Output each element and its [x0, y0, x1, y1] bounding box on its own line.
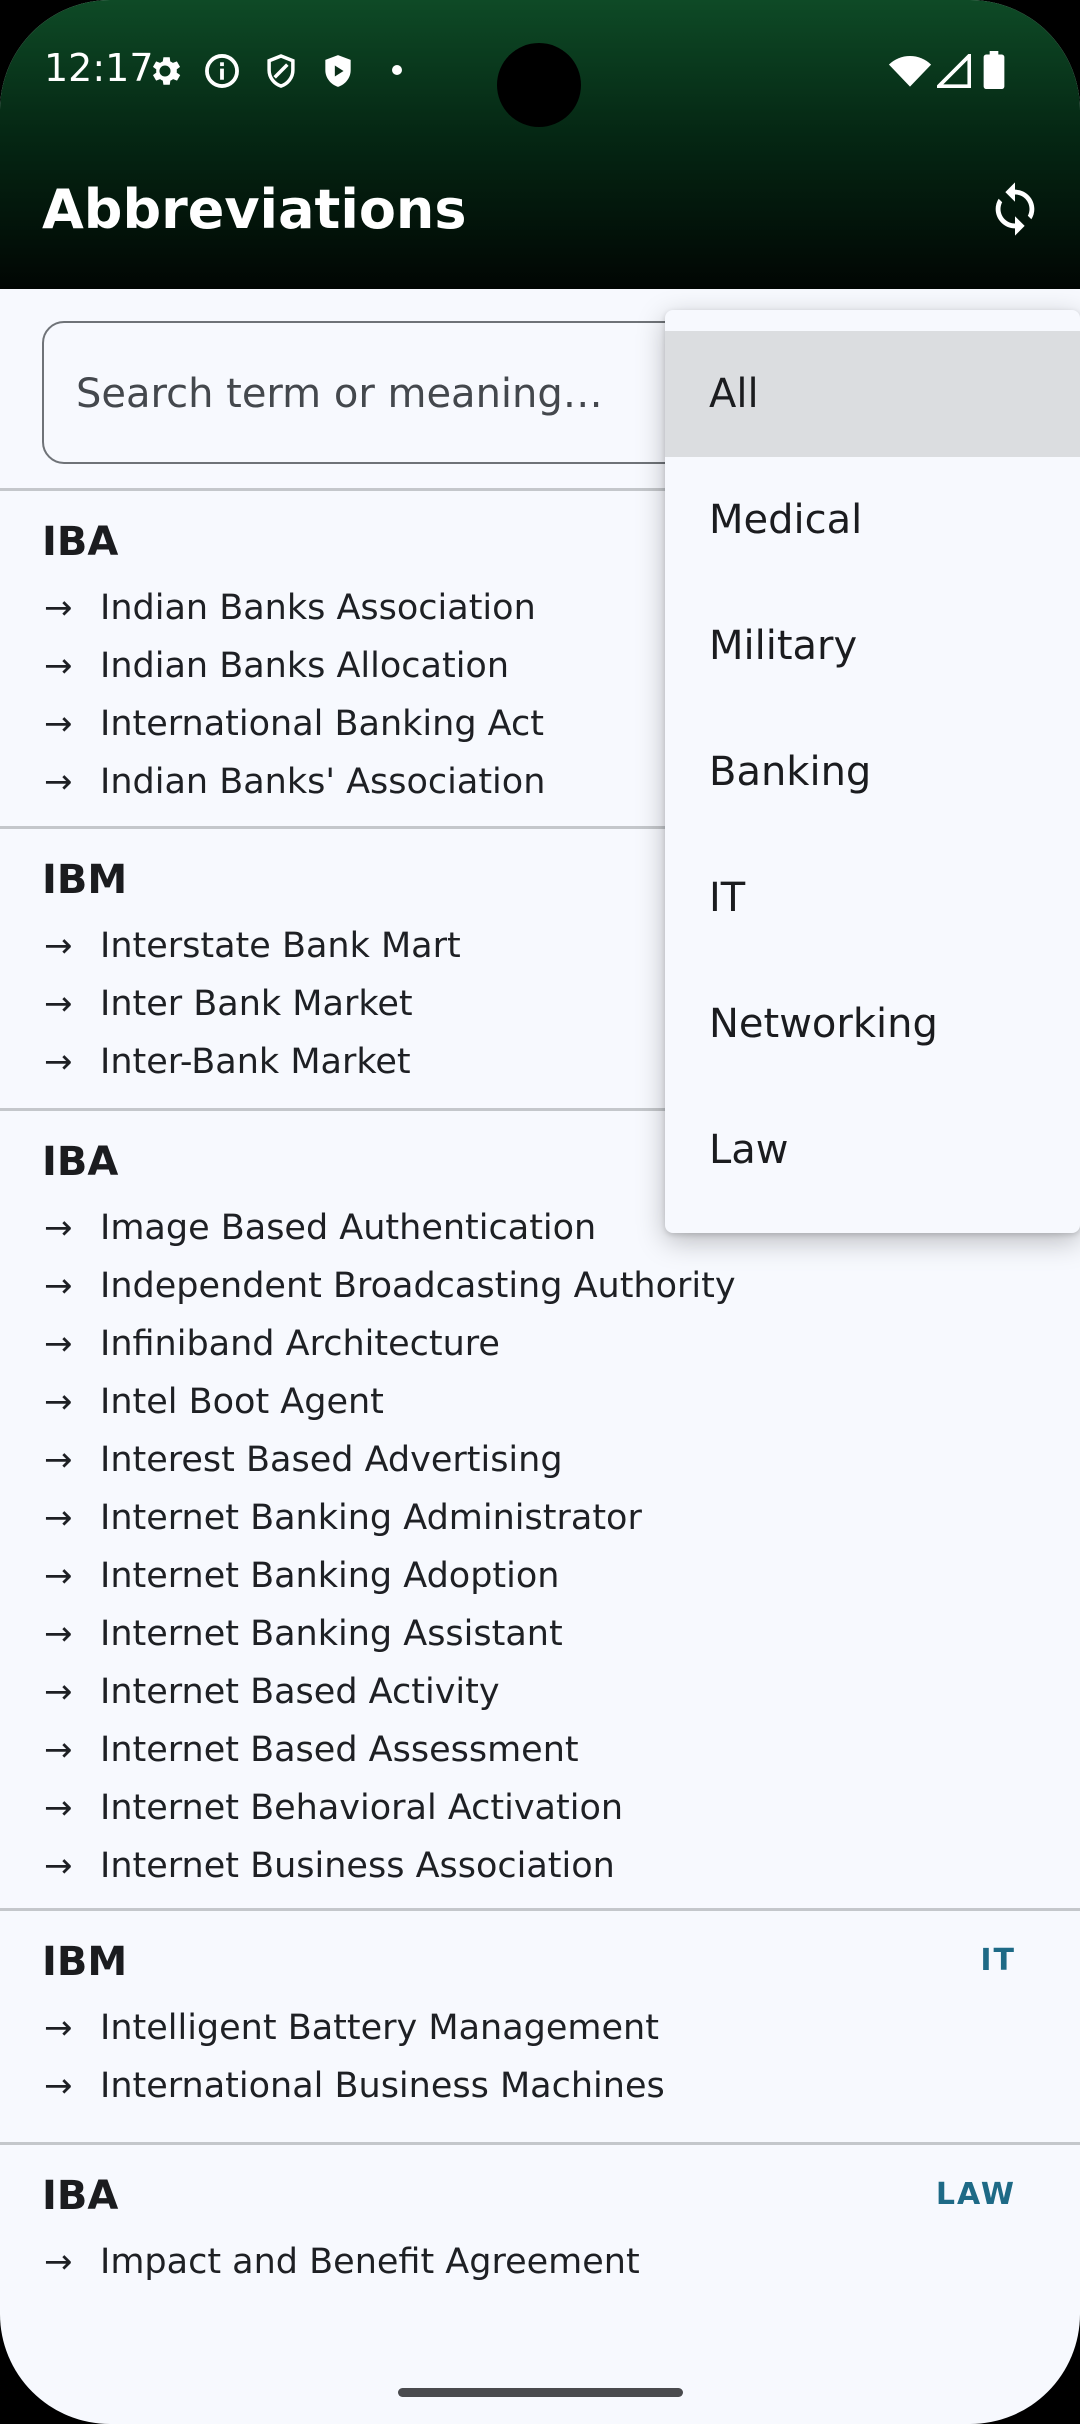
arrow-right-icon: →	[44, 1498, 73, 1538]
app-title: Abbreviations	[42, 178, 467, 241]
app-header: 12:17 Abbreviations	[0, 0, 1080, 289]
result-abbreviation: IBM	[42, 1939, 128, 1985]
refresh-button[interactable]	[980, 176, 1050, 246]
arrow-right-icon: →	[44, 1042, 73, 1082]
meaning-item: → Internet Banking Administrator	[44, 1489, 736, 1547]
meaning-list: → Intelligent Battery Management → Interna…	[44, 1999, 665, 2115]
result-abbreviation: IBA	[42, 519, 119, 565]
meaning-item: → Infiniband Architecture	[44, 1315, 736, 1373]
arrow-right-icon: →	[44, 1382, 73, 1422]
cellular-signal-icon	[934, 51, 972, 92]
meaning-item: → Interstate Bank Mart	[44, 917, 461, 975]
arrow-right-icon: →	[44, 2008, 73, 2048]
meaning-list: → Interstate Bank Mart → Inter Bank Market…	[44, 917, 461, 1091]
dropdown-option-military[interactable]: Military	[665, 583, 1080, 709]
home-indicator[interactable]	[398, 2388, 683, 2397]
arrow-right-icon: →	[44, 926, 73, 966]
arrow-right-icon: →	[44, 1556, 73, 1596]
arrow-right-icon: →	[44, 762, 73, 802]
dropdown-option-all[interactable]: All	[665, 331, 1080, 457]
result-abbreviation: IBA	[42, 2173, 119, 2219]
search-input[interactable]	[74, 323, 678, 464]
camera-cutout	[497, 43, 581, 127]
meaning-item: → Internet Based Assessment	[44, 1721, 736, 1779]
meaning-item: → Internet Banking Adoption	[44, 1547, 736, 1605]
result-category: IT	[980, 1943, 1016, 1978]
app-screen: 12:17 Abbreviations Search term or meani…	[0, 0, 1080, 2424]
result-category: LAW	[935, 2177, 1016, 2212]
dropdown-option-it[interactable]: IT	[665, 835, 1080, 961]
arrow-right-icon: →	[44, 588, 73, 628]
meaning-item: → Interest Based Advertising	[44, 1431, 736, 1489]
arrow-right-icon: →	[44, 646, 73, 686]
sync-icon	[986, 180, 1044, 242]
arrow-right-icon: →	[44, 1788, 73, 1828]
result-abbreviation: IBA	[42, 1139, 119, 1185]
result-abbreviation: IBM	[42, 857, 128, 903]
meaning-item: → Inter-Bank Market	[44, 1033, 461, 1091]
shield-outline-icon	[262, 52, 300, 94]
meaning-item: → Indian Banks' Association	[44, 753, 545, 811]
meaning-item: → Impact and Benefit Agreement	[44, 2233, 640, 2291]
arrow-right-icon: →	[44, 1846, 73, 1886]
meaning-item: → Inter Bank Market	[44, 975, 461, 1033]
meaning-list: → Image Based Authentication → Independent…	[44, 1199, 736, 1895]
arrow-right-icon: →	[44, 704, 73, 744]
category-dropdown-menu: All Medical Military Banking IT Networki…	[665, 310, 1080, 1233]
info-icon	[203, 52, 241, 94]
wifi-icon	[888, 54, 932, 92]
divider	[0, 2142, 1080, 2145]
meaning-item: → Independent Broadcasting Authority	[44, 1257, 736, 1315]
meaning-item: → Internet Business Association	[44, 1837, 736, 1895]
meaning-item: → Internet Banking Assistant	[44, 1605, 736, 1663]
arrow-right-icon: →	[44, 1440, 73, 1480]
arrow-right-icon: →	[44, 1614, 73, 1654]
dropdown-option-networking[interactable]: Networking	[665, 961, 1080, 1087]
status-clock: 12:17	[44, 46, 154, 90]
notification-dot-icon	[390, 62, 404, 81]
dropdown-option-medical[interactable]: Medical	[665, 457, 1080, 583]
meaning-item: → Internet Based Activity	[44, 1663, 736, 1721]
search-field[interactable]	[42, 321, 742, 464]
arrow-right-icon: →	[44, 984, 73, 1024]
meaning-item: → Intelligent Battery Management	[44, 1999, 665, 2057]
status-bar: 12:17	[0, 0, 1080, 140]
meaning-item: → International Business Machines	[44, 2057, 665, 2115]
meaning-item: → Internet Behavioral Activation	[44, 1779, 736, 1837]
arrow-right-icon: →	[44, 1266, 73, 1306]
arrow-right-icon: →	[44, 1324, 73, 1364]
meaning-list: → Impact and Benefit Agreement	[44, 2233, 640, 2291]
meaning-item: → Indian Banks Association	[44, 579, 545, 637]
divider	[0, 1908, 1080, 1911]
meaning-item: → Indian Banks Allocation	[44, 637, 545, 695]
dropdown-option-law[interactable]: Law	[665, 1087, 1080, 1213]
arrow-right-icon: →	[44, 2242, 73, 2282]
arrow-right-icon: →	[44, 1672, 73, 1712]
meaning-item: → Image Based Authentication	[44, 1199, 736, 1257]
gear-icon	[146, 52, 184, 94]
arrow-right-icon: →	[44, 1730, 73, 1770]
play-shield-icon	[319, 52, 357, 94]
arrow-right-icon: →	[44, 2066, 73, 2106]
arrow-right-icon: →	[44, 1208, 73, 1248]
meaning-item: → Intel Boot Agent	[44, 1373, 736, 1431]
meaning-list: → Indian Banks Association → Indian Banks …	[44, 579, 545, 811]
battery-icon	[983, 51, 1005, 93]
meaning-item: → International Banking Act	[44, 695, 545, 753]
dropdown-option-banking[interactable]: Banking	[665, 709, 1080, 835]
